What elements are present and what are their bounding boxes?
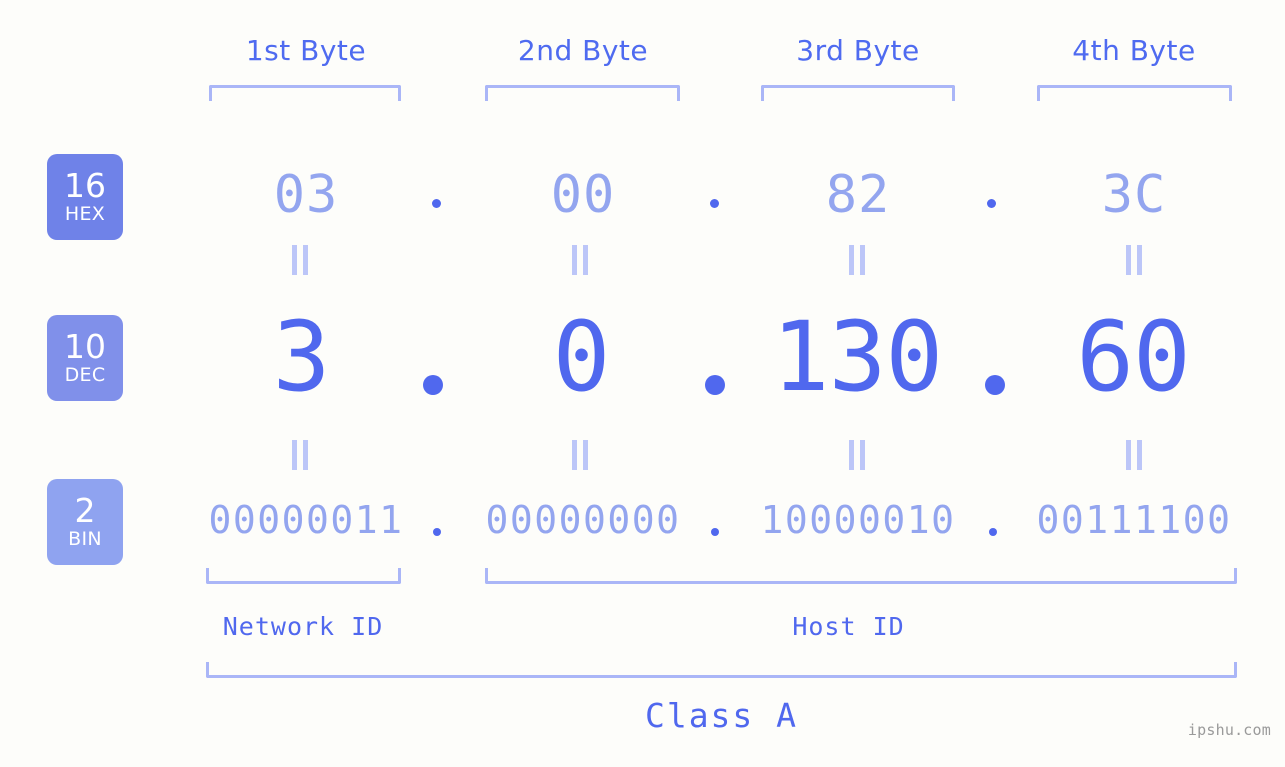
bin-separator-2 xyxy=(711,528,719,536)
equals-mark-dec-bin-1 xyxy=(292,440,308,470)
dec-separator-2 xyxy=(705,375,725,395)
bin-separator-3 xyxy=(989,528,997,536)
base-badge-bin: 2 BIN xyxy=(47,479,123,565)
dec-separator-1 xyxy=(423,375,443,395)
dec-octet-2: 0 xyxy=(552,301,611,413)
dec-octet-4: 60 xyxy=(1076,301,1191,413)
equals-mark-dec-bin-4 xyxy=(1126,440,1142,470)
bin-separator-1 xyxy=(433,528,441,536)
host-id-bracket xyxy=(485,568,1237,584)
dec-separator-3 xyxy=(985,375,1005,395)
byte-header-bracket-4 xyxy=(1037,85,1232,101)
base-badge-hex-label: HEX xyxy=(64,203,106,225)
equals-mark-dec-bin-2 xyxy=(572,440,588,470)
equals-mark-hex-dec-1 xyxy=(292,245,308,275)
equals-mark-hex-dec-4 xyxy=(1126,245,1142,275)
base-badge-hex-number: 16 xyxy=(64,166,106,205)
class-bracket xyxy=(206,662,1237,678)
hex-separator-3 xyxy=(987,199,996,208)
dec-octet-1: 3 xyxy=(272,301,331,413)
bin-octet-1: 00000011 xyxy=(208,498,404,542)
byte-header-bracket-3 xyxy=(761,85,955,101)
byte-header-bracket-1 xyxy=(209,85,401,101)
hex-octet-3: 82 xyxy=(825,165,891,225)
base-badge-hex: 16 HEX xyxy=(47,154,123,240)
equals-mark-dec-bin-3 xyxy=(849,440,865,470)
dec-octet-3: 130 xyxy=(771,301,943,413)
ip-address-breakdown-diagram: 1st Byte 2nd Byte 3rd Byte 4th Byte 16 H… xyxy=(0,0,1285,767)
byte-header-label-4: 4th Byte xyxy=(1072,34,1196,67)
base-badge-dec-number: 10 xyxy=(64,327,106,366)
base-badge-dec: 10 DEC xyxy=(47,315,123,401)
base-badge-dec-label: DEC xyxy=(64,364,106,386)
hex-separator-1 xyxy=(432,199,441,208)
hex-separator-2 xyxy=(710,199,719,208)
host-id-label: Host ID xyxy=(792,612,905,641)
bin-octet-4: 00111100 xyxy=(1036,498,1232,542)
hex-octet-2: 00 xyxy=(550,165,616,225)
base-badge-bin-number: 2 xyxy=(74,491,96,530)
byte-header-label-3: 3rd Byte xyxy=(796,34,920,67)
hex-octet-1: 03 xyxy=(273,165,339,225)
byte-header-label-1: 1st Byte xyxy=(245,34,367,67)
equals-mark-hex-dec-3 xyxy=(849,245,865,275)
byte-header-label-2: 2nd Byte xyxy=(517,34,649,67)
bin-octet-2: 00000000 xyxy=(485,498,681,542)
equals-mark-hex-dec-2 xyxy=(572,245,588,275)
network-id-bracket xyxy=(206,568,401,584)
watermark: ipshu.com xyxy=(1187,721,1271,739)
hex-octet-4: 3C xyxy=(1101,165,1167,225)
base-badge-bin-label: BIN xyxy=(68,528,102,550)
bin-octet-3: 10000010 xyxy=(760,498,956,542)
byte-header-bracket-2 xyxy=(485,85,680,101)
class-label: Class A xyxy=(644,696,799,735)
network-id-label: Network ID xyxy=(222,612,384,641)
